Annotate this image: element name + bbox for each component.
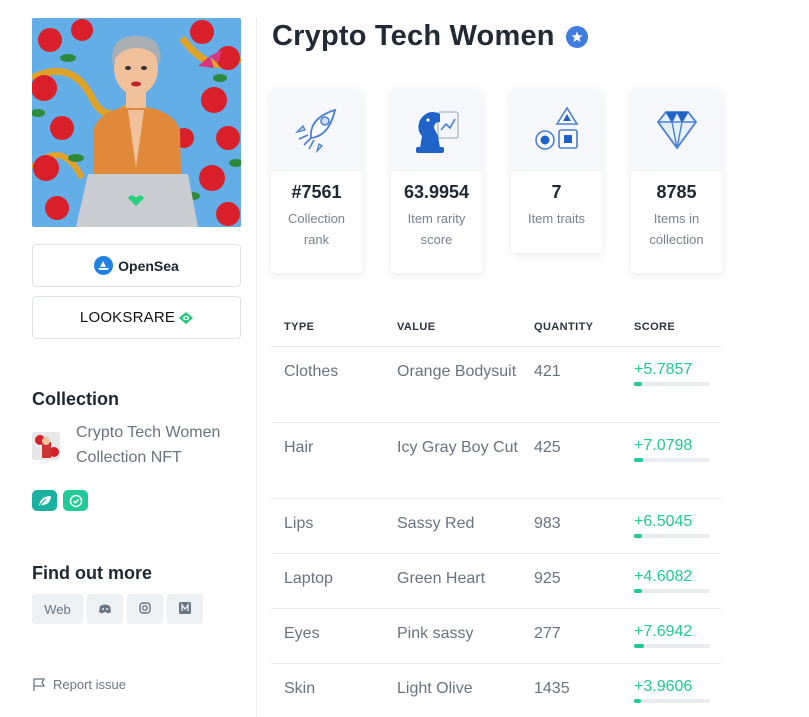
trait-score: +5.7857 <box>634 361 693 378</box>
table-row[interactable]: Hair Icy Gray Boy Cut 425 +7.0798 <box>271 423 721 499</box>
trait-value[interactable]: Green Heart <box>397 566 534 608</box>
stat-card-item-traits: 7 Item traits <box>511 89 602 253</box>
opensea-button[interactable]: OpenSea <box>32 244 241 287</box>
stat-value: 7 <box>551 182 562 202</box>
trait-quantity: 421 <box>534 363 561 380</box>
looksrare-button[interactable]: LOOKSRARE <box>32 296 241 339</box>
trait-value[interactable]: Light Olive <box>397 676 534 717</box>
trait-type: Lips <box>284 515 314 532</box>
stat-label: Item rarity score <box>407 211 466 247</box>
table-row[interactable]: Eyes Pink sassy 277 +7.6942 <box>271 609 721 664</box>
opensea-label: OpenSea <box>118 257 179 274</box>
column-header-value: VALUE <box>397 321 436 333</box>
stat-label: Items in collection <box>649 211 704 247</box>
trait-quantity: 1435 <box>534 680 570 697</box>
trait-type: Skin <box>284 680 316 697</box>
collection-heading: Collection <box>32 389 120 409</box>
score-bar-fill <box>634 458 644 462</box>
diamond-icon <box>656 109 697 150</box>
trait-score: +3.9606 <box>634 678 693 695</box>
traits-table: TYPE VALUE QUANTITY SCORE Clothes Orange… <box>271 308 721 717</box>
trait-type: Eyes <box>284 625 320 642</box>
score-bar <box>634 589 710 593</box>
trait-type: Clothes <box>284 363 339 380</box>
chess-knight-icon <box>415 110 459 153</box>
stat-card-rarity-score: 63.9954 Item rarity score <box>391 89 482 273</box>
score-bar-fill <box>634 644 644 648</box>
column-header-quantity: QUANTITY <box>534 321 594 333</box>
trait-value[interactable]: Icy Gray Boy Cut <box>397 435 534 498</box>
score-bar <box>634 699 710 703</box>
flag-icon <box>33 677 46 691</box>
verified-check-badge-icon <box>63 490 88 511</box>
column-header-type: TYPE <box>284 321 315 333</box>
leaf-badge-icon <box>32 490 57 511</box>
score-bar <box>634 534 710 538</box>
trait-value[interactable]: Orange Bodysuit <box>397 359 534 422</box>
trait-value[interactable]: Sassy Red <box>397 511 534 553</box>
trait-type: Laptop <box>284 570 333 587</box>
score-bar <box>634 644 710 648</box>
trait-quantity: 425 <box>534 439 561 456</box>
find-out-more-heading: Find out more <box>32 563 152 583</box>
column-header-score: SCORE <box>634 321 676 333</box>
table-row[interactable]: Lips Sassy Red 983 +6.5045 <box>271 499 721 554</box>
stat-label: Item traits <box>527 211 586 226</box>
rocket-icon <box>294 108 336 153</box>
looksrare-label: LOOKSRARE <box>79 309 176 326</box>
page-title-text: Crypto Tech Women <box>272 20 555 52</box>
medium-icon <box>179 601 191 617</box>
medium-button[interactable] <box>167 594 203 624</box>
score-bar <box>634 382 710 386</box>
stat-value: 8785 <box>656 182 697 202</box>
trait-quantity: 925 <box>534 570 561 587</box>
score-bar-fill <box>634 534 643 538</box>
collection-name[interactable]: Crypto Tech Women Collection NFT <box>76 420 241 470</box>
collection-thumbnail <box>32 432 60 460</box>
trait-score: +7.6942 <box>634 623 693 640</box>
stat-label: Collection rank <box>287 211 346 247</box>
stat-value: #7561 <box>291 182 342 202</box>
looksrare-eye-icon <box>179 311 194 324</box>
discord-icon <box>99 602 111 617</box>
verified-star-icon <box>565 25 588 48</box>
score-bar <box>634 458 710 462</box>
trait-score: +4.6082 <box>634 568 693 585</box>
report-issue-label: Report issue <box>53 677 126 692</box>
trait-type: Hair <box>284 439 314 456</box>
nft-image[interactable] <box>32 18 241 227</box>
score-bar-fill <box>634 382 642 386</box>
stat-card-collection-rank: #7561 Collection rank <box>271 89 362 273</box>
opensea-logo-icon <box>94 256 114 275</box>
instagram-button[interactable] <box>127 594 163 624</box>
score-bar-fill <box>634 589 642 593</box>
page-title: Crypto Tech Women <box>272 20 588 53</box>
instagram-icon <box>139 601 151 617</box>
column-divider <box>256 18 257 717</box>
collection-link[interactable]: Crypto Tech Women Collection NFT <box>32 420 241 470</box>
stat-card-items-in-collection: 8785 Items in collection <box>631 89 722 273</box>
trait-quantity: 983 <box>534 515 561 532</box>
discord-button[interactable] <box>87 594 123 624</box>
web-link-button[interactable]: Web <box>32 594 83 624</box>
trait-value[interactable]: Pink sassy <box>397 621 534 663</box>
report-issue-link[interactable]: Report issue <box>32 677 126 692</box>
score-bar-fill <box>634 699 641 703</box>
table-row[interactable]: Laptop Green Heart 925 +4.6082 <box>271 554 721 609</box>
trait-quantity: 277 <box>534 625 561 642</box>
table-row[interactable]: Skin Light Olive 1435 +3.9606 <box>271 664 721 717</box>
shapes-icon <box>534 105 578 150</box>
table-header: TYPE VALUE QUANTITY SCORE <box>271 308 721 347</box>
trait-score: +7.0798 <box>634 437 693 454</box>
table-row[interactable]: Clothes Orange Bodysuit 421 +5.7857 <box>271 347 721 423</box>
stat-value: 63.9954 <box>403 182 470 202</box>
trait-score: +6.5045 <box>634 513 693 530</box>
